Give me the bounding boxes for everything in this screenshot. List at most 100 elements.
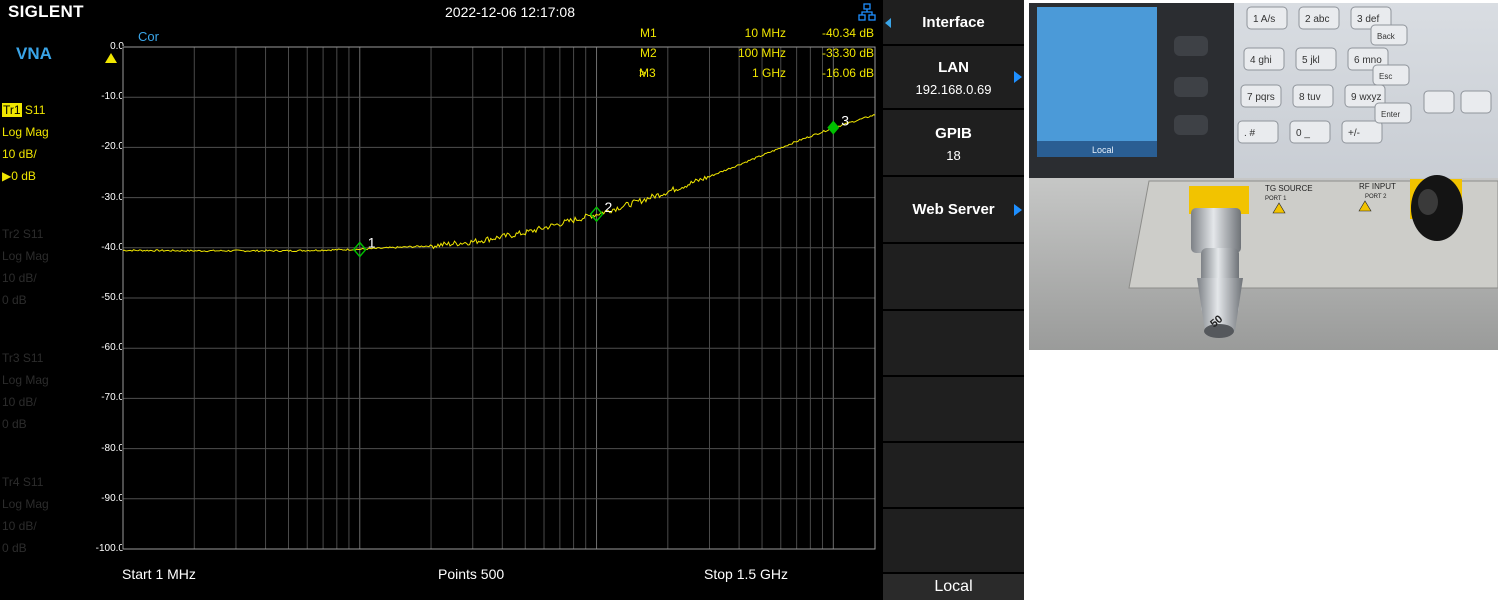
marker-row-m2[interactable]: M2 100 MHz -33.30 dB	[600, 46, 876, 66]
trace-1-param: S11	[24, 103, 46, 117]
photo-port1-label: TG SOURCE	[1265, 184, 1313, 193]
softkey-empty-9[interactable]	[883, 509, 1024, 572]
trace-1-info[interactable]: Tr1 S11 Log Mag 10 dB/ ▶0 dB	[2, 99, 49, 187]
y-tick-label: -40.0	[101, 241, 124, 253]
photo-key-label: . #	[1244, 128, 1256, 139]
marker-m1-freq: 10 MHz	[744, 26, 786, 40]
trace-plot[interactable]: 1 2 3	[122, 46, 876, 550]
photo-key-label: 7 pqrs	[1247, 92, 1275, 103]
back-arrow-icon	[885, 18, 891, 28]
trace-2-ref: 0 dB	[2, 293, 27, 307]
correction-indicator: Cor	[138, 29, 159, 44]
photo-side-key-label: Enter	[1381, 110, 1400, 119]
softkey-panel: Interface LAN 192.168.0.69 GPIB 18 Web S…	[883, 0, 1024, 600]
photo-key-label: 0 _	[1296, 128, 1310, 139]
trace-1-ref-arrow-icon: ▶	[2, 169, 12, 183]
photo-key-label: 3 def	[1357, 14, 1379, 25]
submenu-arrow-icon	[1014, 204, 1022, 216]
trace-3-param: S11	[22, 351, 44, 365]
softkey-empty-5[interactable]	[883, 244, 1024, 309]
marker-m1-value: -40.34 dB	[821, 26, 874, 40]
marker-m2-number: 2	[605, 199, 613, 215]
photo-port2-sub: PORT 2	[1365, 194, 1387, 200]
photo-key-label: 8 tuv	[1299, 92, 1321, 103]
trace-3-info[interactable]: Tr3 S11 Log Mag 10 dB/ 0 dB	[2, 347, 49, 435]
marker-m2-value: -33.30 dB	[821, 46, 874, 60]
reference-level-icon	[105, 53, 117, 63]
photo-key-label: 9 wxyz	[1351, 92, 1382, 103]
trace-4-scale: 10 dB/	[2, 519, 37, 533]
submenu-arrow-icon	[1014, 71, 1022, 83]
lan-softkey[interactable]: LAN 192.168.0.69	[883, 46, 1024, 108]
trace-2-tag: Tr2	[2, 227, 20, 241]
datetime-display: 2022-12-06 12:17:08	[445, 4, 575, 20]
photo-arrow-key	[1423, 90, 1455, 114]
trace-4-format: Log Mag	[2, 497, 49, 511]
start-frequency[interactable]: Start 1 MHz	[122, 566, 196, 582]
softkey-empty-7[interactable]	[883, 377, 1024, 441]
trace-1-format: Log Mag	[2, 125, 49, 139]
softkey-empty-6[interactable]	[883, 311, 1024, 375]
trace-2-param: S11	[22, 227, 44, 241]
brand-logo: SIGLENT	[8, 2, 84, 21]
interface-menu-title: Interface	[883, 0, 1024, 44]
trace-3-scale: 10 dB/	[2, 395, 37, 409]
instrument-photo-drawing: Local 1 A/s 2 abc 3 def 4 ghi 5 jkl 6 mno 7 pq…	[1029, 3, 1498, 350]
photo-key-label: 6 mno	[1354, 55, 1382, 66]
photo-port2-label: RF INPUT	[1359, 182, 1396, 191]
y-tick-label: -70.0	[101, 392, 124, 404]
trace-1-tag: Tr1	[2, 103, 22, 117]
gpib-title: GPIB	[935, 125, 972, 142]
network-icon	[858, 3, 876, 21]
trace-2-info[interactable]: Tr2 S11 Log Mag 10 dB/ 0 dB	[2, 223, 49, 311]
photo-screen-label: Local	[1092, 145, 1114, 155]
web-server-title: Web Server	[912, 201, 995, 218]
trace-3-ref: 0 dB	[2, 417, 27, 431]
stop-frequency[interactable]: Stop 1.5 GHz	[704, 566, 788, 582]
marker-m3-id: M3	[639, 66, 656, 80]
softkey-empty-8[interactable]	[883, 443, 1024, 507]
y-tick-label: -60.0	[101, 342, 124, 354]
lan-title: LAN	[938, 59, 969, 76]
web-server-softkey[interactable]: Web Server	[883, 177, 1024, 242]
y-tick-label: -100.0	[95, 543, 124, 554]
y-tick-label: -50.0	[101, 292, 124, 303]
interface-title: Interface	[922, 14, 985, 31]
photo-key-label: 2 abc	[1305, 14, 1329, 25]
marker-m1-number: 1	[368, 235, 376, 251]
trace-3-tag: Tr3	[2, 351, 20, 365]
trace-4-param: S11	[22, 475, 44, 489]
y-axis-labels: 0.0 -10.0 -20.0 -30.0 -40.0 -50.0 -60.0 -70.0 -8…	[82, 0, 124, 560]
trace-2-format: Log Mag	[2, 249, 49, 263]
marker-m3-value: -16.06 dB	[821, 66, 874, 80]
trace-4-tag: Tr4	[2, 475, 20, 489]
trace-3-format: Log Mag	[2, 373, 49, 387]
marker-m2-freq: 100 MHz	[737, 46, 786, 60]
lan-ip: 192.168.0.69	[915, 82, 992, 97]
photo-key-label: +/-	[1348, 128, 1360, 139]
y-tick-label: -90.0	[101, 492, 124, 504]
y-tick-label: -20.0	[101, 141, 124, 153]
marker-row-m1[interactable]: M1 10 MHz -40.34 dB	[600, 26, 876, 46]
instrument-photo: Local 1 A/s 2 abc 3 def 4 ghi 5 jkl 6 mno 7 pq…	[1029, 3, 1498, 350]
y-tick-label: 0.0	[110, 41, 124, 52]
marker-table: M1 10 MHz -40.34 dB M2 100 MHz -33.30 dB…	[600, 26, 876, 86]
y-tick-label: -10.0	[101, 91, 124, 103]
trace-1-scale: 10 dB/	[2, 147, 37, 161]
marker-row-m3[interactable]: > M3 1 GHz -16.06 dB	[600, 66, 876, 86]
trace-2-scale: 10 dB/	[2, 271, 37, 285]
trace-4-ref: 0 dB	[2, 541, 27, 555]
photo-side-key-label: Esc	[1379, 72, 1392, 81]
photo-key-label: 4 ghi	[1250, 55, 1272, 66]
marker-m3-freq: 1 GHz	[751, 66, 786, 80]
sweep-points[interactable]: Points 500	[438, 566, 504, 582]
trace-1-ref: 0 dB	[11, 169, 36, 183]
trace-4-info[interactable]: Tr4 S11 Log Mag 10 dB/ 0 dB	[2, 471, 49, 559]
photo-side-key-label: Back	[1377, 32, 1396, 41]
y-tick-label: -30.0	[101, 191, 124, 203]
photo-arrow-key	[1460, 90, 1492, 114]
photo-key-label: 1 A/s	[1253, 14, 1275, 25]
gpib-softkey[interactable]: GPIB 18	[883, 110, 1024, 175]
local-button[interactable]: Local	[883, 574, 1024, 600]
photo-port1-sub: PORT 1	[1265, 196, 1287, 202]
